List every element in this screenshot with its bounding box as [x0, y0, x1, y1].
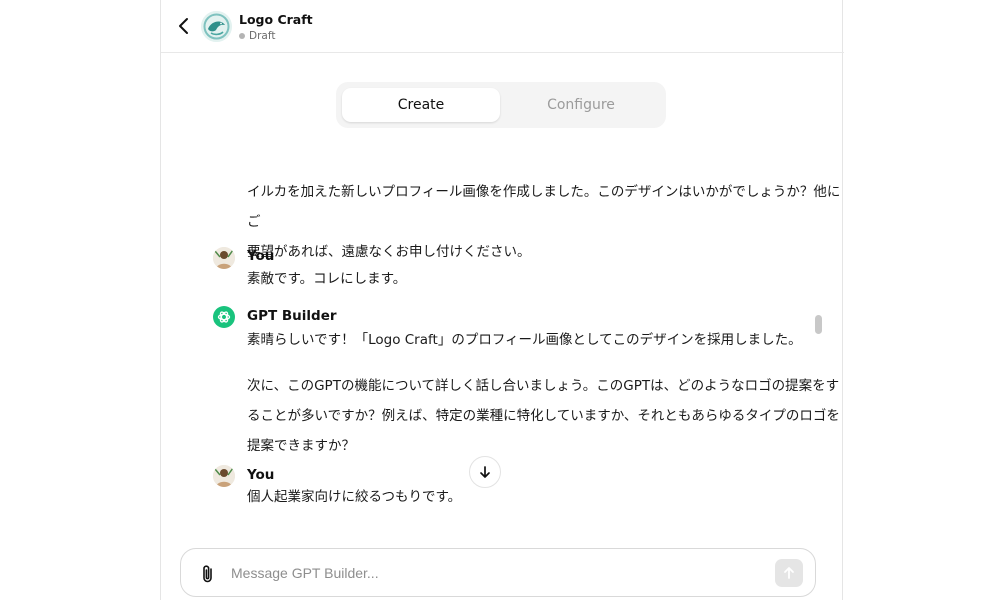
message-line: 素晴らしいです！「Logo Craft」のプロフィール画像としてこのデザインを採… — [247, 332, 802, 348]
back-button[interactable] — [175, 16, 193, 36]
scrollbar-thumb[interactable] — [815, 315, 822, 334]
message-input[interactable] — [231, 561, 751, 585]
message-composer — [180, 548, 816, 597]
header: Logo Craft Draft — [161, 0, 844, 53]
status-dot — [239, 33, 245, 39]
status-label: Draft — [249, 30, 276, 42]
user-message-text: 個人起業家向けに絞るつもりです。 — [247, 482, 461, 512]
gpt-builder-panel: Logo Craft Draft Create Configure イルカを加え… — [160, 0, 844, 600]
message-line: 個人起業家向けに絞るつもりです。 — [247, 489, 462, 505]
sender-name: GPT Builder — [247, 308, 337, 324]
message-line: 次に、このGPTの機能について詳しく話し合いましょう。このGPTは、どのようなロ… — [247, 378, 840, 394]
scroll-to-bottom-button[interactable] — [469, 456, 501, 488]
arrow-up-icon — [784, 567, 794, 579]
chevron-left-icon — [179, 18, 188, 34]
message-line: 要望があれば、遠慮なくお申し付けください。 — [247, 244, 531, 260]
draft-status: Draft — [239, 30, 275, 42]
dolphin-logo-icon — [201, 11, 232, 42]
tab-create[interactable]: Create — [342, 88, 500, 122]
arrow-down-icon — [480, 466, 490, 478]
paperclip-icon — [203, 565, 212, 583]
assistant-message-text: 素晴らしいです！「Logo Craft」のプロフィール画像としてこのデザインを採… — [247, 325, 840, 461]
sender-name: You — [247, 248, 275, 264]
mode-tabs: Create Configure — [336, 82, 666, 128]
sender-name: You — [247, 467, 275, 483]
user-photo-icon — [213, 247, 235, 269]
message-line: 素敵です。コレにします。 — [247, 271, 407, 287]
tab-configure[interactable]: Configure — [502, 88, 660, 122]
assistant-message-text: イルカを加えた新しいプロフィール画像を作成しました。このデザインはいかがでしょう… — [247, 177, 842, 267]
gpt-name: Logo Craft — [239, 12, 313, 27]
send-button[interactable] — [775, 559, 803, 587]
message-line: ることが多いですか？例えば、特定の業種に特化していますか、それともあらゆるタイプ… — [247, 408, 840, 424]
openai-logo-icon — [217, 311, 231, 323]
user-photo-icon — [213, 465, 235, 487]
user-avatar — [213, 465, 235, 487]
message-line: イルカを加えた新しいプロフィール画像を作成しました。このデザインはいかがでしょう… — [247, 184, 841, 230]
gpt-avatar[interactable] — [201, 11, 232, 42]
gpt-builder-avatar — [213, 306, 235, 328]
message-line: 提案できますか？ — [247, 438, 355, 454]
user-avatar — [213, 247, 235, 269]
user-message-text: 素敵です。コレにします。 — [247, 264, 406, 294]
attach-button[interactable] — [197, 563, 219, 585]
